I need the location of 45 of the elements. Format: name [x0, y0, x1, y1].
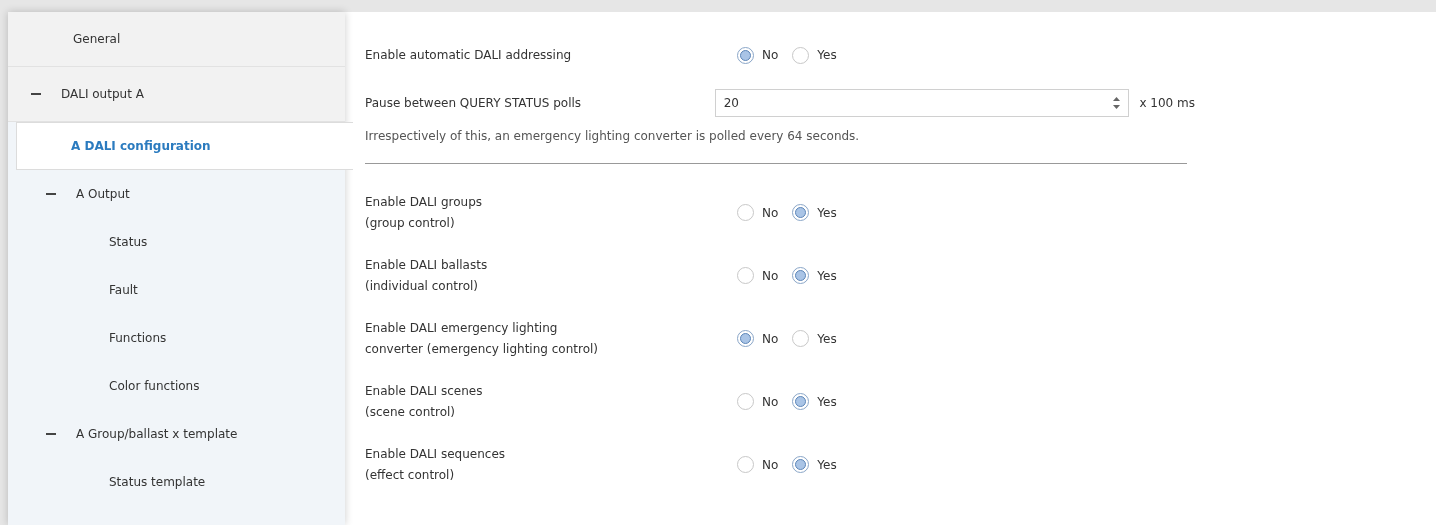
- info-text: Irrespectively of this, an emergency lighting converter is polled every 64 seconds.: [365, 129, 860, 143]
- radio-option[interactable]: Yes: [792, 46, 837, 64]
- radio-button[interactable]: [737, 46, 754, 64]
- parameter-label: Enable DALI ballasts (individual control): [365, 256, 489, 295]
- radio-option[interactable]: Yes: [792, 393, 837, 410]
- radio-option[interactable]: No: [737, 330, 779, 347]
- radio-button[interactable]: [792, 204, 810, 221]
- radio-option[interactable]: No: [737, 46, 779, 64]
- radio-option[interactable]: No: [737, 267, 779, 284]
- tree-item[interactable]: DALI output A: [8, 67, 345, 122]
- tree-item[interactable]: Status template: [8, 458, 345, 506]
- parameter-label: Enable DALI sequences (effect control): [365, 445, 507, 484]
- parameter-label: Pause between QUERY STATUS polls: [365, 94, 583, 112]
- parameter-label: Enable automatic DALI addressing: [365, 46, 573, 64]
- radio-option[interactable]: No: [737, 456, 779, 473]
- tree-item[interactable]: Functions: [8, 314, 345, 362]
- radio-button[interactable]: [737, 267, 754, 284]
- tree-item[interactable]: Fault: [8, 266, 345, 314]
- tree-item[interactable]: Color functions: [8, 362, 345, 410]
- spin-arrows-icon[interactable]: [1113, 96, 1121, 110]
- radio-button[interactable]: [737, 204, 754, 221]
- tree-item[interactable]: A Output: [8, 170, 345, 218]
- radio-button[interactable]: [737, 393, 754, 410]
- parameter-label: Enable DALI emergency lighting converter (emergency lighting control): [365, 319, 600, 358]
- radio-option[interactable]: Yes: [792, 204, 837, 221]
- tree-item[interactable]: A DALI configuration: [16, 122, 353, 170]
- radio-button[interactable]: [792, 456, 810, 473]
- radio-button[interactable]: [792, 393, 810, 410]
- parameter-label: Enable DALI groups (group control): [365, 193, 484, 232]
- radio-option[interactable]: No: [737, 393, 779, 410]
- radio-button[interactable]: [792, 46, 810, 64]
- parameter-label: Enable DALI scenes (scene control): [365, 382, 484, 421]
- radio-option[interactable]: Yes: [792, 456, 837, 473]
- radio-option[interactable]: Yes: [792, 267, 837, 284]
- radio-button[interactable]: [792, 267, 810, 284]
- radio-button[interactable]: [737, 330, 754, 347]
- radio-option[interactable]: Yes: [792, 330, 837, 347]
- radio-button[interactable]: [737, 456, 754, 473]
- tree-item[interactable]: A Group/ballast x template: [8, 410, 345, 458]
- number-field[interactable]: 20: [714, 89, 1130, 117]
- tree-item[interactable]: Status: [8, 218, 345, 266]
- radio-option[interactable]: No: [737, 204, 779, 221]
- radio-button[interactable]: [792, 330, 810, 347]
- unit-label: x 100 ms: [1139, 96, 1195, 110]
- tree-item[interactable]: General: [8, 12, 345, 67]
